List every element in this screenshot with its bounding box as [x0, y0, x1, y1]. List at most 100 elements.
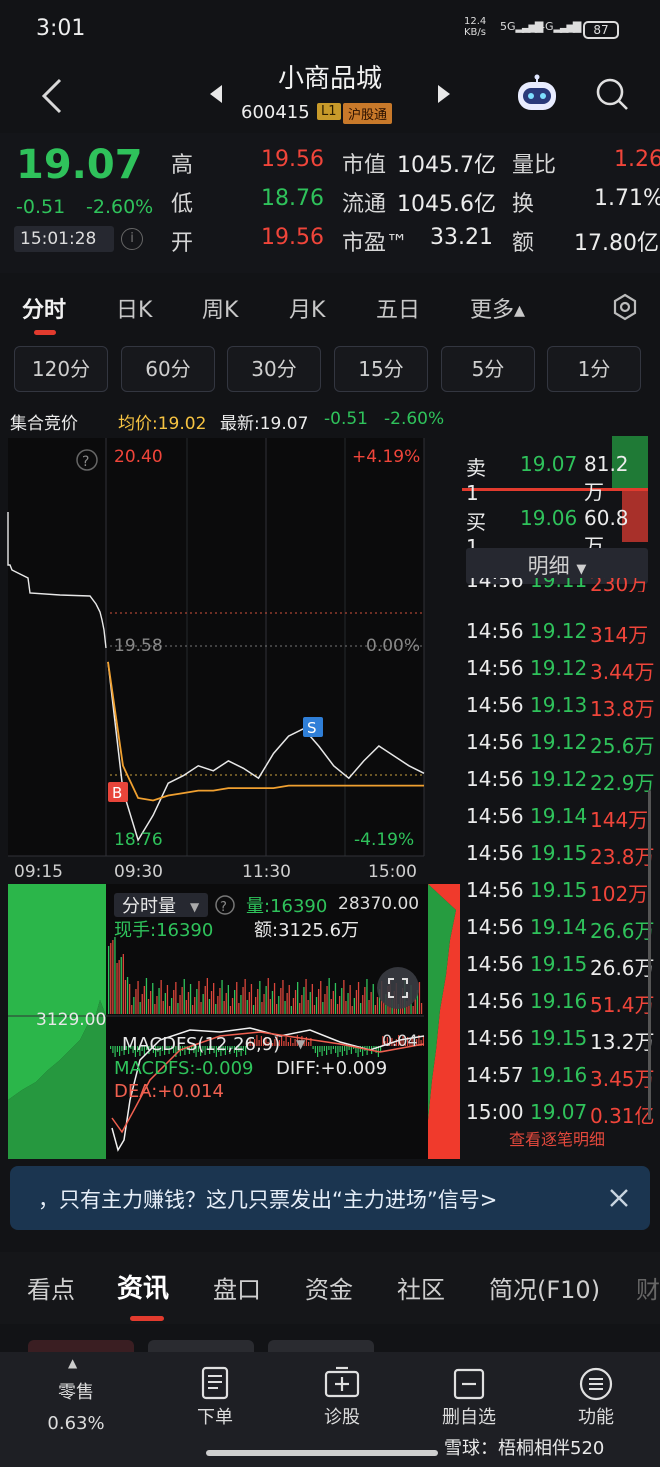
- volume-bar: [286, 993, 288, 1014]
- back-button[interactable]: [38, 76, 68, 116]
- tab-profile-f10[interactable]: 简况(F10): [489, 1270, 600, 1305]
- volume-bar: [166, 985, 169, 1014]
- prev-stock-button[interactable]: [208, 84, 226, 104]
- volume-max: 28370.00: [338, 894, 419, 914]
- volume-bar: [179, 995, 181, 1014]
- macd-bar: [321, 1046, 323, 1056]
- volume-bar: [269, 999, 271, 1014]
- tick-volume: 314万: [590, 623, 649, 647]
- settings-icon[interactable]: [611, 293, 639, 321]
- diagnose-icon[interactable]: [322, 1364, 362, 1404]
- function-label[interactable]: 功能: [556, 1403, 636, 1429]
- tab-news[interactable]: 资讯: [117, 1268, 169, 1305]
- macd-bar: [326, 1046, 328, 1055]
- intraday-chart[interactable]: B S ? 20.40 +4.19% 19.58 0.00% 18.76 -4.…: [0, 436, 460, 1161]
- tick-time: 14:56: [466, 841, 524, 865]
- latest-change: -0.51: [324, 409, 368, 429]
- interval-60m-button[interactable]: 60分: [121, 346, 215, 392]
- volume-bar: [263, 994, 265, 1014]
- price-change-percent: -2.60%: [86, 196, 154, 218]
- tab-daily-k[interactable]: 日K: [116, 292, 152, 324]
- tab-financials[interactable]: 财: [636, 1270, 660, 1305]
- price-panel-bg: [8, 438, 424, 856]
- diagnose-label[interactable]: 诊股: [302, 1403, 382, 1429]
- volume-bar: [183, 979, 185, 1014]
- open-label: 开: [171, 231, 194, 256]
- tab-more[interactable]: 更多▴: [470, 292, 525, 324]
- tab-fund-flow[interactable]: 资金: [305, 1270, 353, 1305]
- banner-close-icon[interactable]: [606, 1185, 632, 1211]
- macd-bar: [308, 1042, 310, 1046]
- volume-bar: [156, 996, 158, 1014]
- volume-bar: [273, 983, 276, 1014]
- volume-bar: [177, 1003, 179, 1014]
- tab-monthly-k[interactable]: 月K: [289, 292, 325, 324]
- order-label[interactable]: 下单: [175, 1403, 255, 1429]
- promo-banner-text[interactable]: ，只有主力赚钱？这几只票发出“主力进场”信号>: [38, 1184, 497, 1214]
- menu-icon[interactable]: [576, 1364, 616, 1404]
- volume-bar: [366, 979, 368, 1014]
- tick-row: 14:56 19.11 230万: [466, 578, 656, 592]
- interval-15m-button[interactable]: 15分: [334, 346, 428, 392]
- volume-bar: [131, 1005, 133, 1014]
- volume-bar: [276, 1004, 278, 1014]
- volume-bar: [141, 994, 143, 1014]
- remove-watchlist-icon[interactable]: [449, 1364, 489, 1404]
- tick-price: 19.12: [530, 730, 588, 754]
- volume-bar: [357, 982, 360, 1014]
- volume-bar: [234, 990, 236, 1014]
- tab-community[interactable]: 社区: [397, 1270, 445, 1305]
- float-cap-label: 流通: [342, 192, 387, 217]
- tick-list-scrollbar[interactable]: [648, 790, 651, 1120]
- interval-1m-button[interactable]: 1分: [547, 346, 641, 392]
- tick-row: 14:56 19.14 144万: [466, 798, 656, 835]
- volume-bar: [267, 978, 269, 1014]
- tab-five-day[interactable]: 五日: [376, 292, 420, 324]
- signal-4g-label: 4G: [538, 20, 554, 33]
- volume-bar: [168, 1006, 171, 1014]
- volume-bar: [315, 997, 318, 1014]
- amount-label: 额: [512, 231, 535, 256]
- interval-5m-button[interactable]: 5分: [441, 346, 535, 392]
- retail-expand-icon[interactable]: ▲: [68, 1356, 77, 1370]
- interval-120m-button[interactable]: 120分: [14, 346, 108, 392]
- tick-price: 19.16: [530, 989, 588, 1013]
- fullscreen-button[interactable]: [377, 967, 419, 1009]
- low-value: 18.76: [261, 186, 324, 211]
- order-icon[interactable]: [195, 1364, 235, 1404]
- tick-volume: 13.8万: [590, 697, 655, 721]
- tab-intraday[interactable]: 分时: [22, 292, 66, 324]
- remove-watchlist-label[interactable]: 删自选: [429, 1403, 509, 1429]
- interval-30m-button[interactable]: 30分: [227, 346, 321, 392]
- view-all-ticks-link[interactable]: 查看逐笔明细: [466, 1126, 648, 1150]
- volume-bar: [152, 983, 154, 1014]
- robot-assistant-icon[interactable]: [514, 74, 560, 114]
- volume-bar: [297, 982, 299, 1014]
- macd-bar: [339, 1046, 341, 1052]
- tick-time: 15:00: [466, 1100, 524, 1124]
- time-tick-1500: 15:00: [368, 862, 417, 882]
- volume-bar: [282, 980, 284, 1014]
- search-icon[interactable]: [594, 76, 630, 112]
- float-cap-value: 1045.6亿: [397, 192, 496, 217]
- signal-5g-label: 5G: [500, 20, 516, 33]
- volume-bar: [284, 1001, 286, 1014]
- tick-time: 14:57: [466, 1063, 524, 1087]
- macd-title[interactable]: MACDFS(12,26,9): [122, 1034, 280, 1055]
- tab-weekly-k[interactable]: 周K: [202, 292, 238, 324]
- volume-ratio-value: 1.26: [614, 147, 660, 172]
- info-icon[interactable]: i: [121, 228, 143, 250]
- volume-indicator-caret-icon: ▼: [190, 900, 200, 914]
- volume-bar: [154, 1004, 156, 1014]
- next-stock-button[interactable]: [434, 84, 452, 104]
- home-indicator[interactable]: [206, 1450, 438, 1456]
- volume-bar: [292, 998, 295, 1014]
- retail-label[interactable]: 零售: [36, 1378, 116, 1404]
- chart-help-glyph: ?: [82, 454, 89, 470]
- macd-bar: [292, 1043, 294, 1046]
- macd-bar: [287, 1042, 289, 1046]
- tab-highlights[interactable]: 看点: [27, 1270, 75, 1305]
- battery-icon: 87: [583, 21, 619, 39]
- stock-code: 600415: [241, 102, 310, 123]
- tab-market-depth[interactable]: 盘口: [213, 1270, 261, 1305]
